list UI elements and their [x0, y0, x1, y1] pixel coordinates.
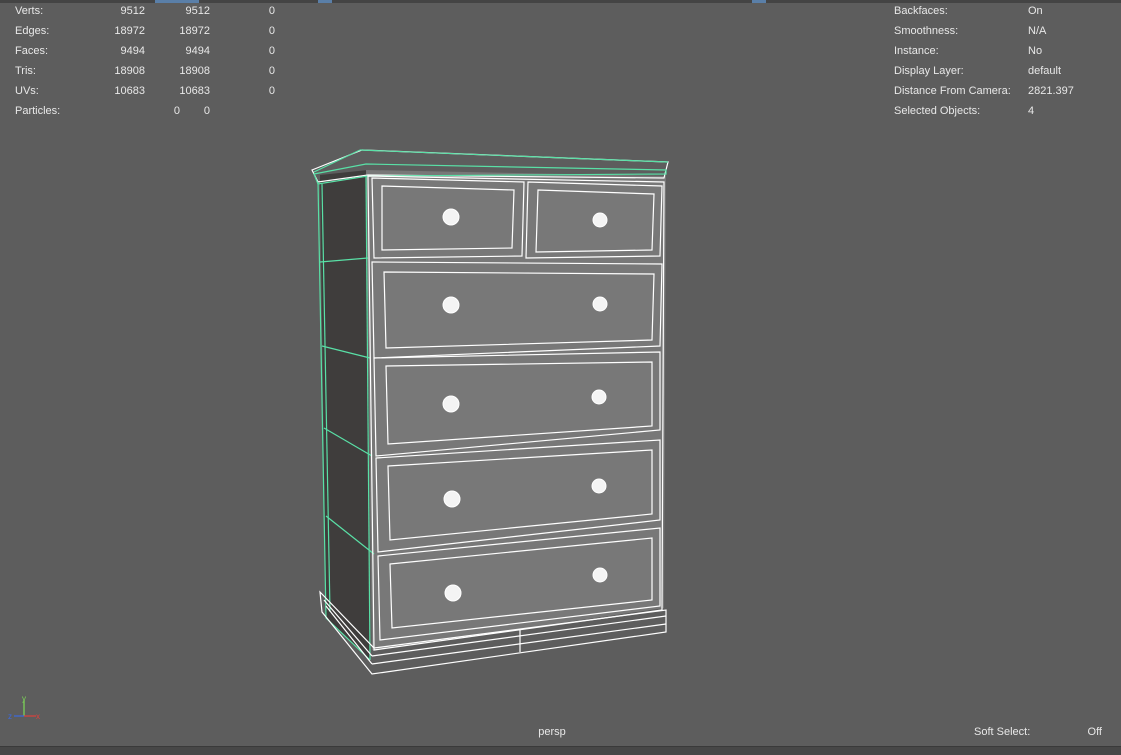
stat-label: Particles:: [15, 105, 61, 117]
info-row: Backfaces: On: [894, 4, 1104, 18]
info-label: Distance From Camera:: [894, 85, 1011, 97]
stat-value: 9512: [120, 5, 145, 17]
axis-y-label: y: [22, 694, 26, 703]
stat-row: Edges: 18972 18972 0: [15, 24, 275, 38]
stat-value: 10683: [114, 85, 145, 97]
viewport-bottom-border: [0, 746, 1121, 755]
camera-name-label: persp: [538, 726, 566, 738]
info-label: Instance:: [894, 45, 939, 57]
info-label: Smoothness:: [894, 25, 959, 37]
info-value: No: [1028, 45, 1043, 57]
stat-value: 0: [203, 105, 210, 117]
stat-row-particles: Particles: 0 0: [15, 104, 265, 118]
stat-value: 0: [268, 85, 275, 97]
stat-value: 9494: [185, 45, 210, 57]
info-value: default: [1028, 65, 1062, 77]
info-row: Instance: No: [894, 44, 1104, 58]
wire-edge: [359, 149, 669, 163]
stat-label: Tris:: [15, 65, 36, 77]
stat-row: Verts: 9512 9512 0: [15, 4, 275, 18]
soft-select-value: Off: [1087, 726, 1102, 738]
stat-value: 9494: [120, 45, 145, 57]
wire-edge: [313, 149, 361, 173]
stat-value: 18908: [179, 65, 210, 77]
stat-value: 0: [268, 5, 275, 17]
stat-label: Verts:: [15, 5, 44, 17]
stat-row: Tris: 18908 18908 0: [15, 64, 275, 78]
axis-x-label: x: [36, 712, 40, 721]
dresser-front-body: [366, 170, 666, 650]
axis-gizmo: y x z: [8, 694, 40, 721]
stat-value: 0: [268, 65, 275, 77]
stat-row: Faces: 9494 9494 0: [15, 44, 275, 58]
info-row: Selected Objects: 4: [894, 104, 1104, 118]
stat-label: Edges:: [15, 25, 50, 37]
info-value: N/A: [1028, 25, 1047, 37]
stat-value: 9512: [185, 5, 210, 17]
stat-value: 18908: [114, 65, 145, 77]
stat-value: 18972: [179, 25, 210, 37]
info-label: Backfaces:: [894, 5, 948, 17]
stat-label: UVs:: [15, 85, 39, 97]
soft-select-label: Soft Select:: [974, 726, 1031, 738]
info-value: On: [1028, 5, 1043, 17]
info-row: Display Layer: default: [894, 64, 1104, 78]
axis-z-label: z: [8, 712, 12, 721]
stat-value: 0: [268, 25, 275, 37]
stat-label: Faces:: [15, 45, 49, 57]
stat-value: 18972: [114, 25, 145, 37]
info-value: 4: [1028, 105, 1035, 117]
stat-value: 0: [268, 45, 275, 57]
info-value: 2821.397: [1028, 85, 1074, 97]
info-label: Selected Objects:: [894, 105, 981, 117]
stat-value: 10683: [179, 85, 210, 97]
dresser-side-panel: [320, 170, 370, 660]
info-row: Distance From Camera: 2821.397: [894, 84, 1104, 98]
info-row: Smoothness: N/A: [894, 24, 1104, 38]
info-label: Display Layer:: [894, 65, 964, 77]
stat-row: UVs: 10683 10683 0: [15, 84, 275, 98]
